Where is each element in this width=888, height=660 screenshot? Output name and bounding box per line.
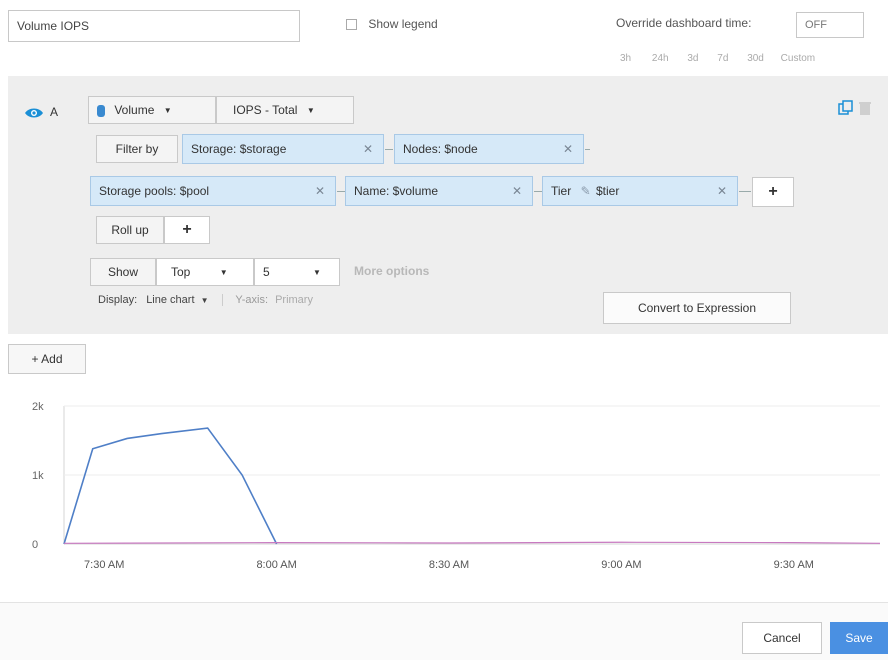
connector xyxy=(534,191,542,192)
connector xyxy=(337,191,345,192)
filter-label: Storage pools: $pool xyxy=(99,184,210,198)
y-tick-label: 2k xyxy=(32,401,44,413)
show-label: Show xyxy=(107,265,139,279)
filter-label: Tier xyxy=(551,184,572,198)
remove-filter-icon[interactable]: ✕ xyxy=(363,135,373,163)
caret-down-icon: ▼ xyxy=(306,105,315,115)
show-top-value: Top xyxy=(171,265,191,279)
object-type-label: Volume xyxy=(114,103,155,117)
filter-chip-storage-pools[interactable]: Storage pools: $pool ✕ xyxy=(90,176,336,206)
object-type-select[interactable]: Volume ▼ xyxy=(88,96,216,124)
override-state: OFF xyxy=(805,19,827,31)
show-legend-toggle[interactable]: Show legend xyxy=(346,16,438,34)
remove-filter-icon[interactable]: ✕ xyxy=(563,135,573,163)
filter-by-button[interactable]: Filter by xyxy=(96,135,178,163)
add-query-label: + Add xyxy=(31,352,63,366)
caret-down-icon: ▼ xyxy=(219,267,228,277)
time-range-custom[interactable]: Custom xyxy=(781,53,815,64)
filter-value: $tier xyxy=(595,184,620,198)
roll-up-button[interactable]: Roll up xyxy=(96,216,164,244)
display-select[interactable]: Line chart ▼ xyxy=(146,294,211,306)
override-time-toggle[interactable]: OFF xyxy=(796,12,864,38)
more-options-link[interactable]: More options xyxy=(354,264,429,278)
y-tick-label: 1k xyxy=(32,470,44,482)
cancel-button[interactable]: Cancel xyxy=(742,622,822,654)
remove-filter-icon[interactable]: ✕ xyxy=(717,177,727,205)
convert-label: Convert to Expression xyxy=(637,301,757,315)
convert-to-expression-button[interactable]: Convert to Expression xyxy=(603,292,791,324)
widget-title-value: Volume IOPS xyxy=(17,19,90,33)
display-value: Line chart xyxy=(146,294,195,306)
yaxis-value: Primary xyxy=(275,294,313,306)
duplicate-icon[interactable] xyxy=(838,100,854,119)
filter-chip-storage[interactable]: Storage: $storage ✕ xyxy=(182,134,384,164)
connector xyxy=(385,149,393,150)
widget-title-input[interactable]: Volume IOPS xyxy=(8,10,300,42)
x-tick-label: 7:30 AM xyxy=(84,559,124,571)
caret-down-icon: ▼ xyxy=(313,267,321,277)
trash-icon[interactable] xyxy=(858,100,872,119)
save-button[interactable]: Save xyxy=(830,622,888,654)
x-tick-label: 9:30 AM xyxy=(774,559,814,571)
filter-label: Name: $volume xyxy=(354,184,439,198)
connector xyxy=(585,149,590,150)
filter-label: Storage: $storage xyxy=(191,142,287,156)
add-roll-up-button[interactable]: + xyxy=(164,216,210,244)
override-time-label: Override dashboard time: xyxy=(616,16,752,30)
time-range-bar: 3h 24h 3d 7d 30d Custom xyxy=(620,53,815,64)
caret-down-icon: ▼ xyxy=(200,295,209,305)
filter-chip-tier[interactable]: Tier ✎ $tier ✕ xyxy=(542,176,738,206)
time-range-24h[interactable]: 24h xyxy=(652,53,669,64)
save-label: Save xyxy=(845,631,873,645)
remove-filter-icon[interactable]: ✕ xyxy=(315,177,325,205)
show-button: Show xyxy=(90,258,156,286)
tag-icon: ✎ xyxy=(580,184,591,198)
plus-icon: + xyxy=(182,221,192,238)
display-row: Display: Line chart ▼ Y-axis: Primary xyxy=(98,294,313,307)
roll-up-label: Roll up xyxy=(111,223,149,237)
show-legend-label: Show legend xyxy=(368,17,438,31)
connector xyxy=(739,191,751,192)
x-tick-label: 8:30 AM xyxy=(429,559,469,571)
time-range-3h[interactable]: 3h xyxy=(620,53,631,64)
add-query-button[interactable]: + Add xyxy=(8,344,86,374)
time-range-3d[interactable]: 3d xyxy=(687,53,698,64)
time-range-7d[interactable]: 7d xyxy=(717,53,728,64)
remove-filter-icon[interactable]: ✕ xyxy=(512,177,522,205)
legend-checkbox[interactable] xyxy=(346,19,357,31)
x-tick-label: 8:00 AM xyxy=(256,559,296,571)
chart-preview: 2k 1k 0 7:30 AM 8:00 AM 8:30 AM 9:00 AM 9:30 AM… xyxy=(0,380,888,600)
x-tick-label: 9:00 AM xyxy=(601,559,641,571)
cancel-label: Cancel xyxy=(763,631,801,645)
divider xyxy=(221,294,223,307)
display-label: Display: xyxy=(98,294,138,306)
series-line-1 xyxy=(63,427,278,545)
filter-chip-nodes[interactable]: Nodes: $node ✕ xyxy=(394,134,584,164)
y-tick-label: 0 xyxy=(32,539,38,551)
database-icon xyxy=(97,104,105,117)
show-count-value: 5 xyxy=(263,265,270,279)
metric-select[interactable]: IOPS - Total ▼ xyxy=(216,96,354,124)
caret-down-icon: ▼ xyxy=(163,105,172,115)
time-range-30d[interactable]: 30d xyxy=(747,53,764,64)
filter-chip-name[interactable]: Name: $volume ✕ xyxy=(345,176,533,206)
filter-label: Nodes: $node xyxy=(403,142,478,156)
plus-icon: + xyxy=(768,183,778,200)
eye-icon[interactable] xyxy=(24,106,44,123)
query-letter: A xyxy=(50,105,59,119)
line-chart: 2k 1k 0 7:30 AM 8:00 AM 8:30 AM 9:00 AM 9:30 AM… xyxy=(32,401,881,571)
yaxis-label: Y-axis: xyxy=(235,294,269,306)
show-count-select[interactable]: 5 ▼ xyxy=(254,258,340,286)
metric-label: IOPS - Total xyxy=(233,103,298,117)
add-filter-button[interactable]: + xyxy=(752,177,794,207)
series-line-2 xyxy=(63,541,881,544)
show-top-select[interactable]: Top ▼ xyxy=(156,258,254,286)
